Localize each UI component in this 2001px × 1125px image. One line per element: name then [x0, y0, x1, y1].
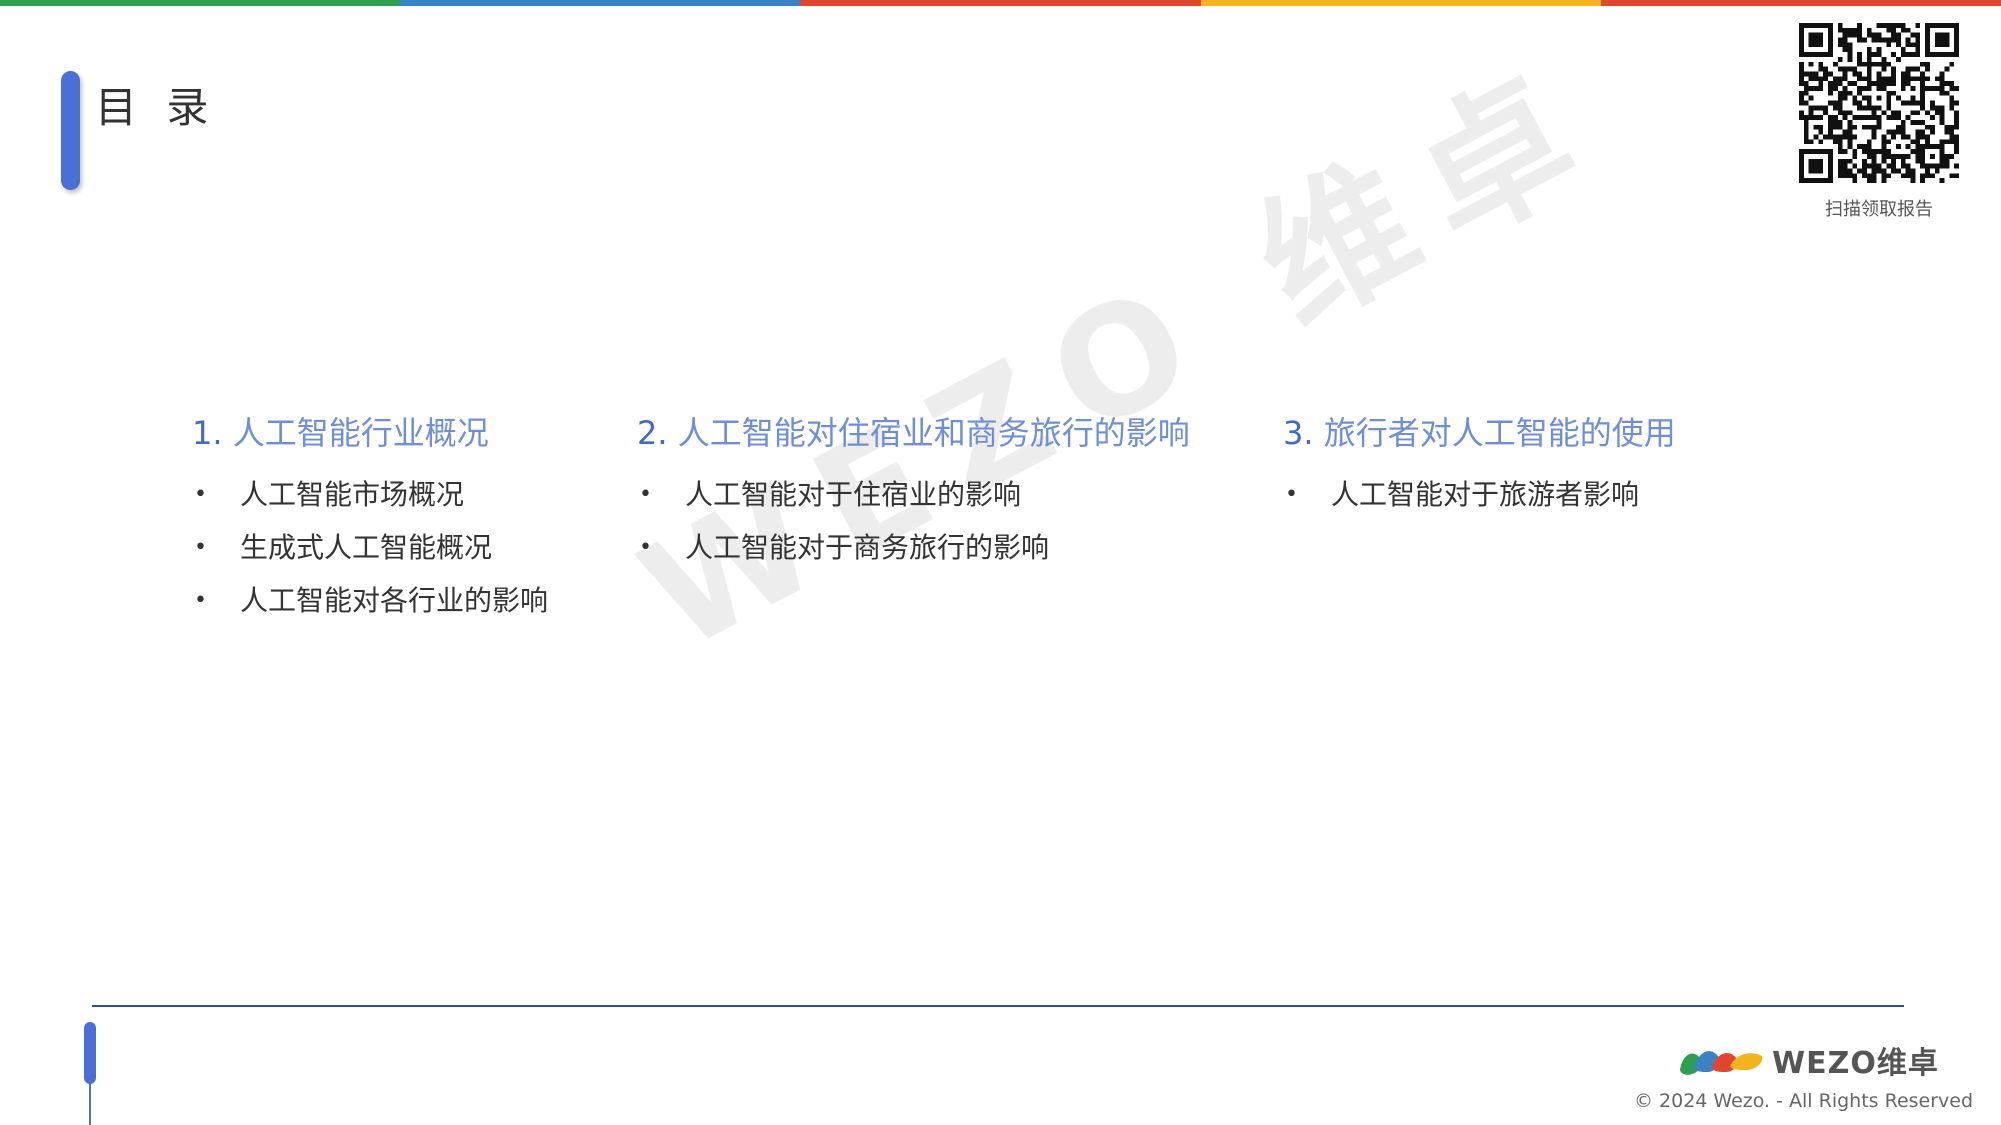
toc-heading-number: 1.: [192, 414, 223, 452]
toc-item[interactable]: • 人工智能市场概况: [192, 468, 612, 521]
top-color-stripe: [0, 0, 2001, 6]
footer-divider: [92, 1005, 1904, 1007]
toc-item[interactable]: • 人工智能对各行业的影响: [192, 574, 612, 627]
toc-list-2: • 人工智能对于住宿业的影响 • 人工智能对于商务旅行的影响: [637, 468, 1277, 574]
wezo-logo-icon: [1680, 1051, 1763, 1075]
toc-section-2: 2. 人工智能对住宿业和商务旅行的影响 • 人工智能对于住宿业的影响 • 人工智能对…: [637, 408, 1277, 574]
bullet-icon: •: [194, 535, 207, 560]
wezo-logo: WEZO维卓: [1676, 1038, 1939, 1082]
toc-heading-3[interactable]: 3. 旅行者对人工智能的使用: [1283, 408, 1843, 454]
toc-item-label: 人工智能对于住宿业的影响: [685, 478, 1022, 511]
toc-item-label: 生成式人工智能概况: [240, 531, 493, 564]
stripe-red: [800, 0, 1201, 6]
logo-text: WEZO维卓: [1772, 1046, 1939, 1081]
qr-caption: 扫描领取报告: [1825, 199, 1933, 220]
bullet-icon: •: [194, 482, 207, 507]
stripe-green: [0, 0, 401, 6]
toc-list-3: • 人工智能对于旅游者影响: [1283, 468, 1843, 521]
bullet-icon: •: [1285, 482, 1298, 507]
toc-item-label: 人工智能对于旅游者影响: [1331, 478, 1640, 511]
bullet-icon: •: [639, 535, 652, 560]
stripe-red-2: [1600, 0, 2001, 6]
title-accent-bar: [61, 71, 80, 190]
footer-accent-stem: [89, 1080, 91, 1125]
watermark: WEZO 维卓: [616, 36, 1628, 685]
toc-section-3: 3. 旅行者对人工智能的使用 • 人工智能对于旅游者影响: [1283, 408, 1843, 521]
copyright-text: © 2024 Wezo. - All Rights Reserved: [1634, 1090, 1974, 1112]
footer-accent-bar: [84, 1022, 96, 1084]
toc-item[interactable]: • 人工智能对于住宿业的影响: [637, 468, 1277, 521]
toc-item-label: 人工智能对于商务旅行的影响: [685, 531, 1050, 564]
toc-item[interactable]: • 人工智能对于商务旅行的影响: [637, 521, 1277, 574]
toc-item[interactable]: • 人工智能对于旅游者影响: [1283, 468, 1843, 521]
toc-list-1: • 人工智能市场概况 • 生成式人工智能概况 • 人工智能对各行业的影响: [192, 468, 612, 627]
toc-item-label: 人工智能市场概况: [240, 478, 465, 511]
bullet-icon: •: [639, 482, 652, 507]
toc-heading-title: 人工智能行业概况: [232, 414, 489, 452]
toc-item[interactable]: • 生成式人工智能概况: [192, 521, 612, 574]
page-title: 目 录: [95, 83, 217, 132]
qr-block: 扫描领取报告: [1799, 23, 1959, 221]
stripe-blue: [400, 0, 801, 6]
toc-heading-number: 2.: [637, 414, 668, 452]
toc-heading-title: 人工智能对住宿业和商务旅行的影响: [677, 414, 1190, 452]
toc-heading-title: 旅行者对人工智能的使用: [1323, 414, 1676, 452]
toc-heading-1[interactable]: 1. 人工智能行业概况: [192, 408, 612, 454]
toc-heading-number: 3.: [1283, 414, 1314, 452]
toc-item-label: 人工智能对各行业的影响: [240, 584, 549, 617]
toc-heading-2[interactable]: 2. 人工智能对住宿业和商务旅行的影响: [637, 408, 1277, 454]
bullet-icon: •: [194, 588, 207, 613]
toc-section-1: 1. 人工智能行业概况 • 人工智能市场概况 • 生成式人工智能概况 • 人工智能对各…: [192, 408, 612, 627]
qr-code-icon: [1799, 23, 1959, 183]
stripe-yellow: [1200, 0, 1601, 6]
